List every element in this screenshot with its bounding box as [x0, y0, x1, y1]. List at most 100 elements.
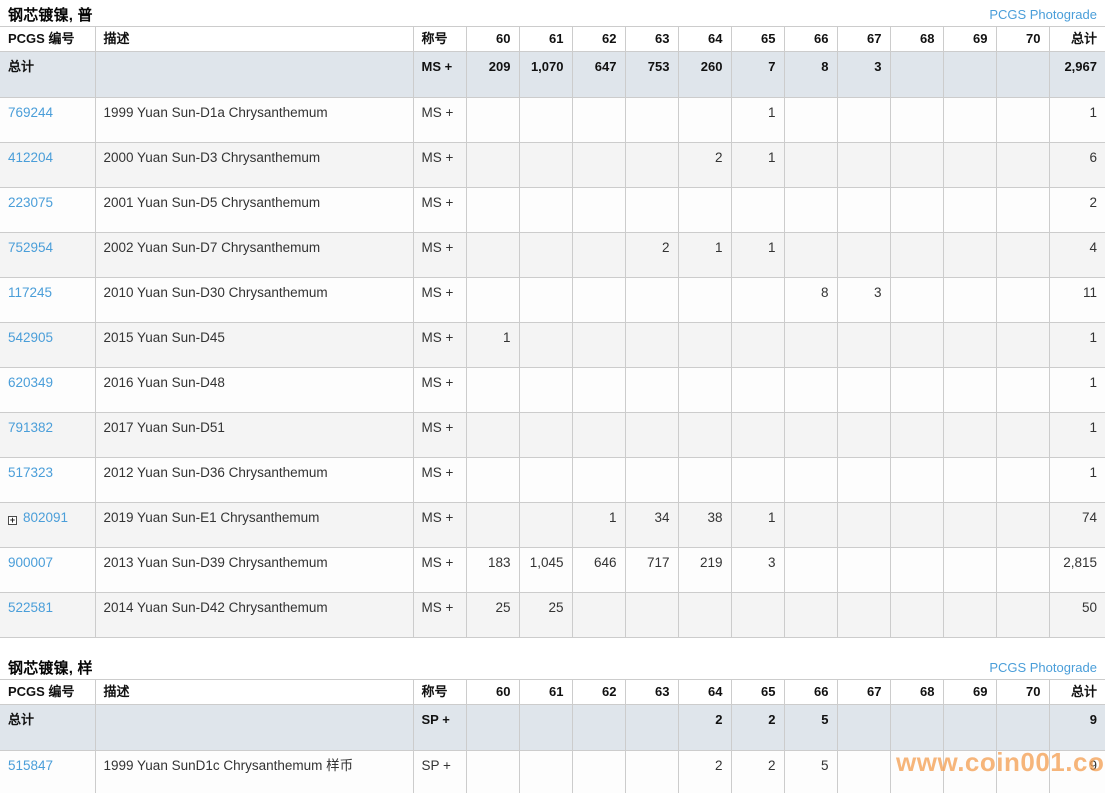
total-count-cell: 1	[1049, 98, 1105, 143]
pcgs-number-link[interactable]: 620349	[8, 375, 53, 390]
grade-count-cell: 2	[731, 751, 784, 793]
grade-count-cell	[572, 458, 625, 503]
grade-count-cell	[572, 413, 625, 458]
totals-grade-count-cell: 260	[678, 52, 731, 98]
grade-count-cell	[890, 503, 943, 548]
total-count-cell: 6	[1049, 143, 1105, 188]
totals-grade-count-cell: 209	[466, 52, 519, 98]
column-header: 描述	[95, 680, 413, 705]
designation-cell: MS +	[413, 98, 466, 143]
description-cell: 2000 Yuan Sun-D3 Chrysanthemum	[95, 143, 413, 188]
expand-icon[interactable]: +	[8, 516, 17, 525]
designation-cell: MS +	[413, 143, 466, 188]
grade-count-cell	[996, 593, 1049, 638]
description-cell: 2012 Yuan Sun-D36 Chrysanthemum	[95, 458, 413, 503]
column-header: 70	[996, 27, 1049, 52]
pcgs-number-link[interactable]: 117245	[8, 285, 52, 300]
population-report-page: 钢芯镀镍, 普 PCGS Photograde PCGS 编号描述称号60616…	[0, 0, 1105, 793]
grade-count-cell	[837, 413, 890, 458]
totals-grade-count-cell	[996, 705, 1049, 751]
totals-grade-count-cell: 2	[678, 705, 731, 751]
pcgs-photograde-link[interactable]: PCGS Photograde	[989, 7, 1097, 22]
grade-count-cell	[837, 188, 890, 233]
grade-count-cell	[837, 458, 890, 503]
grade-count-cell	[943, 548, 996, 593]
pcgs-number-link[interactable]: 802091	[23, 510, 68, 525]
grade-count-cell	[996, 548, 1049, 593]
designation-cell: MS +	[413, 413, 466, 458]
description-cell: 2014 Yuan Sun-D42 Chrysanthemum	[95, 593, 413, 638]
grade-count-cell	[890, 458, 943, 503]
pcgs-number-link[interactable]: 542905	[8, 330, 53, 345]
grade-count-cell	[784, 98, 837, 143]
grade-count-cell	[996, 503, 1049, 548]
designation-cell: MS +	[413, 548, 466, 593]
grade-count-cell	[784, 458, 837, 503]
pcgs-number-cell: 900007	[0, 548, 95, 593]
grade-count-cell	[996, 458, 1049, 503]
grade-count-cell	[731, 458, 784, 503]
grade-count-cell	[890, 548, 943, 593]
column-header: 62	[572, 27, 625, 52]
grade-count-cell	[996, 278, 1049, 323]
pcgs-number-link[interactable]: 752954	[8, 240, 53, 255]
table-row: 2230752001 Yuan Sun-D5 ChrysanthemumMS +…	[0, 188, 1105, 233]
grade-count-cell	[996, 233, 1049, 278]
grade-count-cell	[943, 323, 996, 368]
pcgs-photograde-link[interactable]: PCGS Photograde	[989, 660, 1097, 675]
table-row: 7913822017 Yuan Sun-D51MS +1	[0, 413, 1105, 458]
column-header: 68	[890, 680, 943, 705]
grade-count-cell	[784, 188, 837, 233]
grade-count-cell	[996, 368, 1049, 413]
table-row: +8020912019 Yuan Sun-E1 ChrysanthemumMS …	[0, 503, 1105, 548]
grade-count-cell	[519, 233, 572, 278]
pcgs-number-link[interactable]: 522581	[8, 600, 53, 615]
grade-count-cell	[572, 323, 625, 368]
grade-count-cell	[996, 413, 1049, 458]
column-header: 70	[996, 680, 1049, 705]
totals-grade-count-cell: 647	[572, 52, 625, 98]
grade-count-cell	[625, 143, 678, 188]
grade-count-cell: 1	[572, 503, 625, 548]
pcgs-number-link[interactable]: 769244	[8, 105, 53, 120]
pcgs-number-cell: 117245	[0, 278, 95, 323]
grade-count-cell	[466, 503, 519, 548]
grade-count-cell: 1,045	[519, 548, 572, 593]
grade-count-cell	[731, 368, 784, 413]
total-count-cell: 4	[1049, 233, 1105, 278]
grade-count-cell	[943, 593, 996, 638]
grade-count-cell	[890, 98, 943, 143]
table-row: 9000072013 Yuan Sun-D39 ChrysanthemumMS …	[0, 548, 1105, 593]
column-header: 69	[943, 27, 996, 52]
totals-label: 总计	[0, 705, 95, 751]
grade-count-cell	[784, 593, 837, 638]
grade-count-cell	[572, 593, 625, 638]
grade-count-cell	[731, 278, 784, 323]
grade-count-cell	[625, 278, 678, 323]
totals-description-cell	[95, 52, 413, 98]
grade-count-cell: 1	[731, 98, 784, 143]
column-header: 65	[731, 680, 784, 705]
totals-grade-count-cell	[625, 705, 678, 751]
column-header: 64	[678, 27, 731, 52]
pcgs-number-link[interactable]: 515847	[8, 758, 53, 773]
column-header: 60	[466, 680, 519, 705]
total-count-cell: 2,815	[1049, 548, 1105, 593]
grade-count-cell	[678, 368, 731, 413]
section-header: 钢芯镀镍, 普 PCGS Photograde	[0, 0, 1105, 26]
pcgs-number-link[interactable]: 412204	[8, 150, 53, 165]
grade-count-cell	[466, 188, 519, 233]
grade-count-cell	[943, 503, 996, 548]
population-table: PCGS 编号描述称号6061626364656667686970总计 总计MS…	[0, 26, 1105, 638]
grade-count-cell	[996, 751, 1049, 793]
grade-count-cell: 2	[678, 751, 731, 793]
column-header: 总计	[1049, 680, 1105, 705]
grade-count-cell	[625, 413, 678, 458]
pcgs-number-link[interactable]: 223075	[8, 195, 53, 210]
pcgs-number-link[interactable]: 791382	[8, 420, 53, 435]
totals-row: 总计SP +2259	[0, 705, 1105, 751]
grade-count-cell	[837, 548, 890, 593]
pcgs-number-link[interactable]: 900007	[8, 555, 53, 570]
grade-count-cell	[466, 458, 519, 503]
pcgs-number-link[interactable]: 517323	[8, 465, 53, 480]
